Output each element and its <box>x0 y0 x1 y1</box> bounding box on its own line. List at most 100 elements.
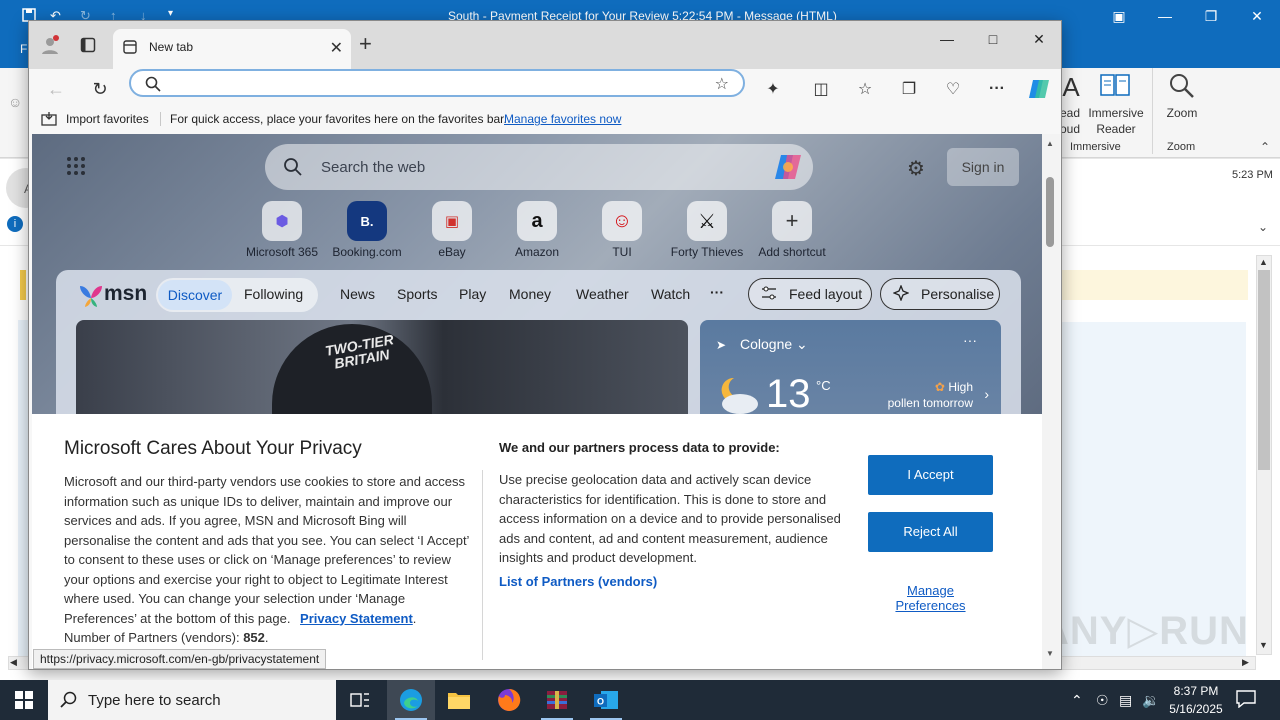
nav-sports[interactable]: Sports <box>397 286 437 302</box>
collections-icon[interactable]: ❐ <box>895 75 923 103</box>
clock-time[interactable]: 8:37 PM <box>1168 684 1224 698</box>
edge-maximize-icon[interactable]: □ <box>970 25 1016 53</box>
shortcut-ebay[interactable]: ▣ eBay <box>411 201 493 259</box>
outlook-scroll-thumb[interactable] <box>1258 270 1270 470</box>
personalise-button[interactable]: Personalise <box>880 278 1000 310</box>
app-launcher-icon[interactable] <box>66 156 86 176</box>
notifications-icon[interactable] <box>1236 690 1256 708</box>
new-tab-button[interactable]: + <box>359 33 372 55</box>
zoom-label[interactable]: Zoom <box>1160 106 1204 120</box>
collapse-ribbon-icon[interactable]: ⌃ <box>1260 140 1270 154</box>
gear-icon[interactable]: ⚙ <box>907 156 925 181</box>
edge-minimize-icon[interactable]: — <box>924 25 970 53</box>
read-aloud-icon[interactable]: A <box>1060 72 1082 103</box>
manage-favorites-link[interactable]: Manage favorites now <box>504 112 621 126</box>
scroll-down-icon[interactable]: ▼ <box>1259 640 1268 650</box>
refresh-button[interactable]: ↻ <box>85 75 115 103</box>
msn-logo[interactable]: msn <box>104 282 147 306</box>
extensions-icon[interactable]: ✦ <box>759 75 787 103</box>
svg-text:O: O <box>597 697 604 707</box>
partners-list-link[interactable]: List of Partners (vendors) <box>499 574 657 589</box>
nav-weather[interactable]: Weather <box>576 286 629 302</box>
weather-more-icon[interactable]: ··· <box>963 332 977 348</box>
taskbar-edge[interactable] <box>387 680 435 720</box>
clock-date[interactable]: 5/16/2025 <box>1163 702 1229 716</box>
back-button[interactable]: ← <box>41 75 71 103</box>
tab-discover[interactable]: Discover <box>158 280 232 310</box>
firefox-icon <box>498 688 521 711</box>
immersive-reader-label-2[interactable]: Reader <box>1088 122 1144 136</box>
page-scroll-thumb[interactable] <box>1046 177 1054 247</box>
nav-watch[interactable]: Watch <box>651 286 690 302</box>
shortcut-booking[interactable]: B. Booking.com <box>326 201 408 259</box>
privacy-consent-dialog: Microsoft Cares About Your Privacy Micro… <box>32 414 1043 669</box>
tab-new-tab[interactable]: New tab ✕ <box>113 29 351 69</box>
shortcut-label: TUI <box>612 245 632 259</box>
network-icon[interactable]: ▤ <box>1119 692 1132 709</box>
shortcut-forty-thieves[interactable]: ⚔ Forty Thieves <box>666 201 748 259</box>
booking-icon: B. <box>347 201 387 241</box>
privacy-divider <box>482 470 483 660</box>
split-screen-icon[interactable]: ◫ <box>807 75 835 103</box>
nav-play[interactable]: Play <box>459 286 486 302</box>
page-scroll-down-icon[interactable]: ▼ <box>1046 649 1054 658</box>
customize-qa-icon[interactable]: ▾ <box>168 8 173 19</box>
sliders-icon <box>762 286 776 300</box>
close-tab-icon[interactable]: ✕ <box>330 38 343 58</box>
copilot-icon[interactable] <box>1025 75 1053 103</box>
people-icon[interactable]: ☺ <box>8 94 22 110</box>
shortcut-amazon[interactable]: a Amazon <box>496 201 578 259</box>
show-hidden-icons[interactable]: ⌃ <box>1071 692 1083 709</box>
chevron-right-icon[interactable]: › <box>984 386 989 402</box>
feed-layout-button[interactable]: Feed layout <box>748 278 872 310</box>
nav-money[interactable]: Money <box>509 286 551 302</box>
close-icon[interactable]: ✕ <box>1234 0 1280 32</box>
scroll-right-icon[interactable]: ▶ <box>1242 657 1249 668</box>
tab-actions-icon[interactable] <box>75 33 101 57</box>
tab-following[interactable]: Following <box>244 286 303 302</box>
shortcut-microsoft-365[interactable]: ⬢ Microsoft 365 <box>241 201 323 259</box>
file-tab[interactable]: F <box>0 38 28 60</box>
zoom-icon[interactable] <box>1164 72 1200 103</box>
start-button[interactable] <box>0 680 48 720</box>
shortcut-tui[interactable]: ☺ TUI <box>581 201 663 259</box>
immersive-reader-icon[interactable] <box>1096 72 1134 103</box>
manage-preferences-link[interactable]: Manage Preferences <box>868 583 993 613</box>
taskbar-file-explorer[interactable] <box>435 680 483 720</box>
copilot-icon[interactable] <box>773 153 803 181</box>
task-view-button[interactable] <box>336 680 384 720</box>
sign-in-button[interactable]: Sign in <box>947 148 1019 186</box>
scroll-left-icon[interactable]: ◀ <box>10 657 17 668</box>
more-menu-icon[interactable]: ··· <box>983 75 1011 103</box>
minimize-icon[interactable]: — <box>1142 0 1188 32</box>
page-scroll-up-icon[interactable]: ▲ <box>1046 139 1054 148</box>
edge-close-icon[interactable]: ✕ <box>1016 25 1061 53</box>
address-bar[interactable]: ☆ <box>129 69 745 97</box>
defender-icon[interactable]: ☉ <box>1096 692 1109 709</box>
profile-icon[interactable] <box>37 33 63 57</box>
weather-location[interactable]: Cologne ⌄ <box>740 336 808 353</box>
taskbar-outlook[interactable]: O <box>582 680 630 720</box>
scroll-up-icon[interactable]: ▲ <box>1259 257 1268 267</box>
reject-all-button[interactable]: Reject All <box>868 512 993 552</box>
import-favorites-button[interactable]: Import favorites <box>66 112 149 126</box>
nav-news[interactable]: News <box>340 286 375 302</box>
taskbar-firefox[interactable] <box>485 680 533 720</box>
infobar <box>1062 270 1248 300</box>
shortcut-add[interactable]: + Add shortcut <box>751 201 833 259</box>
expand-header-icon[interactable]: ⌄ <box>1258 220 1268 234</box>
feed-layout-label: Feed layout <box>789 286 863 302</box>
restore-icon[interactable]: ❐ <box>1188 0 1234 32</box>
accept-button[interactable]: I Accept <box>868 455 993 495</box>
privacy-statement-link[interactable]: Privacy Statement <box>300 611 413 626</box>
ribbon-display-icon[interactable]: ▣ <box>1096 0 1142 32</box>
web-search-box[interactable]: Search the web <box>265 144 813 190</box>
nav-more-icon[interactable]: ··· <box>710 284 724 300</box>
favorites-icon[interactable]: ☆ <box>851 75 879 103</box>
taskbar-search-box[interactable]: Type here to search <box>48 680 336 720</box>
volume-icon[interactable]: 🔉 <box>1142 692 1159 709</box>
taskbar-winrar[interactable] <box>533 680 581 720</box>
favorite-star-icon[interactable]: ☆ <box>715 74 729 94</box>
browser-essentials-icon[interactable]: ♡ <box>939 75 967 103</box>
immersive-reader-label-1[interactable]: Immersive <box>1088 106 1144 120</box>
